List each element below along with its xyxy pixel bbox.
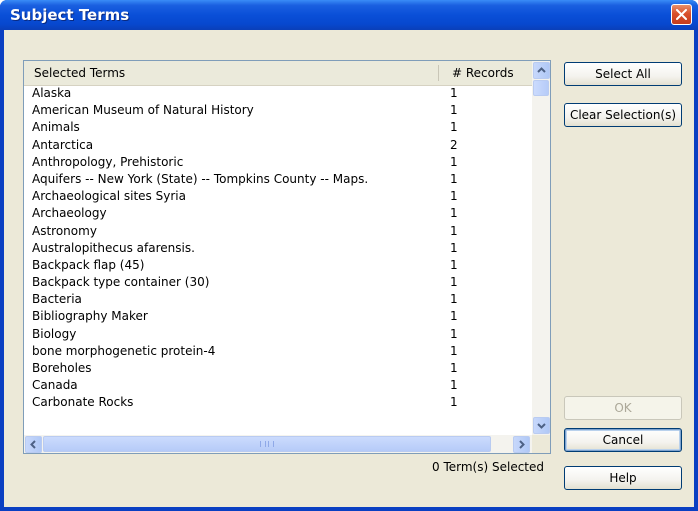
select-all-button[interactable]: Select All: [564, 62, 682, 86]
scroll-grip-icon: [260, 441, 274, 447]
record-count: 1: [450, 343, 458, 358]
list-item[interactable]: Archaeology 1: [24, 205, 532, 222]
horizontal-scroll-thumb[interactable]: [43, 436, 491, 452]
record-count: 1: [450, 223, 458, 238]
record-count: 1: [450, 309, 458, 324]
term-label: Australopithecus afarensis.: [32, 240, 195, 255]
list-item[interactable]: Astronomy 1: [24, 223, 532, 240]
record-count: 2: [450, 137, 458, 152]
dialog-body: Selected Terms # Records Alaska 1 American…: [4, 30, 694, 507]
term-label: Animals: [32, 120, 80, 135]
list-item[interactable]: Carbonate Rocks 1: [24, 394, 532, 411]
record-count: 1: [450, 171, 458, 186]
term-label: Archaeological sites Syria: [32, 189, 186, 204]
term-label: Alaska: [32, 86, 72, 100]
list-item[interactable]: Anthropology, Prehistoric 1: [24, 154, 532, 171]
term-label: Anthropology, Prehistoric: [32, 154, 184, 169]
column-header-records[interactable]: # Records: [452, 66, 514, 80]
list-item[interactable]: Australopithecus afarensis. 1: [24, 240, 532, 257]
list-rows: Alaska 1 American Museum of Natural Histor…: [24, 85, 532, 435]
scroll-down-arrow-icon: [537, 423, 546, 429]
term-label: Aquifers -- New York (State) -- Tompkins…: [32, 171, 369, 186]
record-count: 1: [450, 257, 458, 272]
scrollbar-corner: [532, 435, 550, 453]
record-count: 1: [450, 86, 458, 100]
scroll-right-arrow-icon: [519, 440, 525, 449]
scroll-up-arrow-icon: [537, 67, 546, 73]
column-divider[interactable]: [438, 65, 439, 81]
vertical-scroll-thumb[interactable]: [533, 80, 549, 96]
column-header-selected-terms[interactable]: Selected Terms: [34, 66, 125, 80]
record-count: 1: [450, 120, 458, 135]
record-count: 1: [450, 189, 458, 204]
list-item[interactable]: bone morphogenetic protein-4 1: [24, 343, 532, 360]
selection-status: 0 Term(s) Selected: [432, 460, 544, 474]
list-item[interactable]: Animals 1: [24, 119, 532, 136]
ok-button[interactable]: OK: [564, 396, 682, 420]
cancel-button[interactable]: Cancel: [564, 428, 682, 452]
record-count: 1: [450, 240, 458, 255]
record-count: 1: [450, 103, 458, 118]
record-count: 1: [450, 154, 458, 169]
term-label: Biology: [32, 326, 77, 341]
scroll-left-button[interactable]: [25, 436, 42, 453]
scroll-up-button[interactable]: [533, 62, 550, 79]
dialog-window: Subject Terms Selected Terms # Records A…: [0, 0, 698, 511]
term-label: American Museum of Natural History: [32, 103, 254, 118]
record-count: 1: [450, 206, 458, 221]
scroll-down-button[interactable]: [533, 417, 550, 434]
vertical-scrollbar[interactable]: [532, 61, 550, 435]
list-item[interactable]: Backpack flap (45) 1: [24, 257, 532, 274]
term-label: Archaeology: [32, 206, 107, 221]
list-item[interactable]: Backpack type container (30) 1: [24, 274, 532, 291]
horizontal-scrollbar[interactable]: [24, 435, 532, 453]
record-count: 1: [450, 326, 458, 341]
list-item[interactable]: Bacteria 1: [24, 291, 532, 308]
record-count: 1: [450, 275, 458, 290]
term-label: Boreholes: [32, 361, 92, 375]
term-label: Astronomy: [32, 223, 97, 238]
window-title: Subject Terms: [10, 6, 130, 24]
record-count: 1: [450, 292, 458, 307]
list-item[interactable]: Alaska 1: [24, 85, 532, 102]
close-button[interactable]: [671, 4, 692, 25]
clear-selection-button[interactable]: Clear Selection(s): [564, 103, 682, 127]
term-label: bone morphogenetic protein-4: [32, 343, 216, 358]
list-item[interactable]: Bibliography Maker 1: [24, 308, 532, 325]
term-label: Antarctica: [32, 137, 94, 152]
record-count: 1: [450, 378, 458, 393]
list-item[interactable]: American Museum of Natural History 1: [24, 102, 532, 119]
list-item[interactable]: Biology 1: [24, 326, 532, 343]
record-count: 1: [450, 395, 458, 410]
term-label: Backpack type container (30): [32, 275, 210, 290]
list-header: Selected Terms # Records: [24, 61, 532, 86]
list-item[interactable]: Canada 1: [24, 377, 532, 394]
list-item[interactable]: Archaeological sites Syria 1: [24, 188, 532, 205]
close-icon: [676, 9, 687, 20]
list-item[interactable]: Aquifers -- New York (State) -- Tompkins…: [24, 171, 532, 188]
term-label: Carbonate Rocks: [32, 395, 134, 410]
term-label: Bibliography Maker: [32, 309, 148, 324]
term-label: Canada: [32, 378, 78, 393]
terms-list[interactable]: Selected Terms # Records Alaska 1 American…: [23, 60, 551, 454]
scroll-right-button[interactable]: [513, 436, 530, 453]
record-count: 1: [450, 361, 458, 375]
list-item[interactable]: Antarctica 2: [24, 137, 532, 154]
help-button[interactable]: Help: [564, 466, 682, 490]
list-item[interactable]: Boreholes 1: [24, 360, 532, 377]
title-bar[interactable]: Subject Terms: [0, 0, 698, 30]
term-label: Bacteria: [32, 292, 82, 307]
scroll-left-arrow-icon: [30, 440, 36, 449]
term-label: Backpack flap (45): [32, 257, 145, 272]
